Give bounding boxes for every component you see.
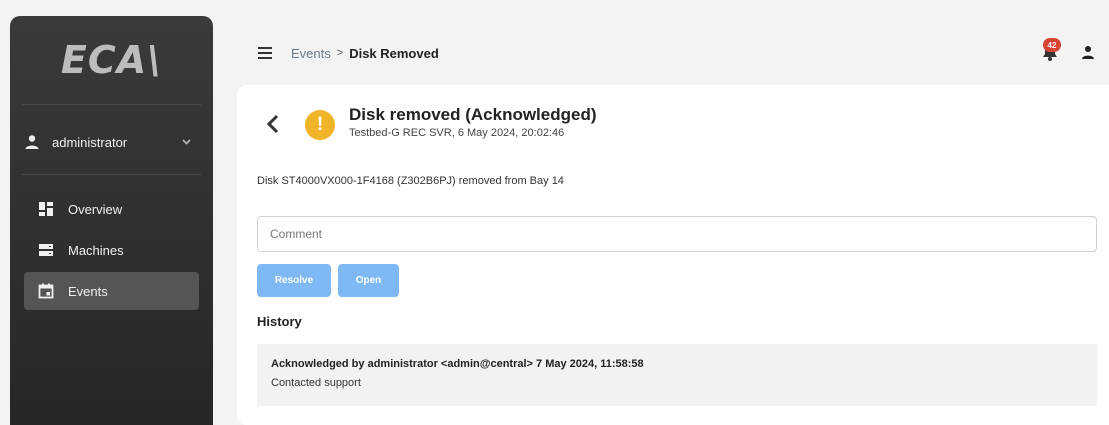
- breadcrumb-separator: >: [336, 47, 344, 59]
- warning-icon: !: [305, 110, 335, 140]
- resolve-button[interactable]: Resolve: [257, 264, 331, 297]
- calendar-icon: [38, 283, 54, 299]
- user-name: administrator: [52, 134, 128, 150]
- divider: [22, 174, 201, 175]
- top-bar: Events > Disk Removed 42: [243, 38, 1109, 68]
- notification-count-badge: 42: [1043, 38, 1061, 52]
- history-entry-header: Acknowledged by administrator <admin@cen…: [271, 358, 644, 370]
- server-icon: [38, 242, 54, 258]
- divider: [22, 104, 201, 105]
- history-entry: Acknowledged by administrator <admin@cen…: [257, 344, 1097, 406]
- breadcrumb: Events > Disk Removed: [291, 46, 439, 61]
- sidebar-item-label: Events: [68, 283, 108, 299]
- event-description: Disk ST4000VX000-1F4168 (Z302B6PJ) remov…: [257, 175, 564, 187]
- event-subtitle: Testbed-G REC SVR, 6 May 2024, 20:02:46: [349, 127, 565, 139]
- event-detail-card: ! Disk removed (Acknowledged) Testbed-G …: [237, 85, 1109, 425]
- dashboard-icon: [38, 201, 54, 217]
- sidebar-item-machines[interactable]: Machines: [24, 231, 199, 269]
- breadcrumb-events-link[interactable]: Events: [291, 46, 331, 61]
- history-heading: History: [257, 314, 302, 329]
- sidebar-item-label: Overview: [68, 201, 123, 217]
- open-button[interactable]: Open: [338, 264, 399, 297]
- breadcrumb-current: Disk Removed: [349, 45, 439, 61]
- event-title: Disk removed (Acknowledged): [349, 105, 597, 124]
- sidebar-item-events[interactable]: Events: [24, 272, 199, 310]
- sidebar-item-overview[interactable]: Overview: [24, 190, 199, 228]
- user-icon: [24, 134, 40, 150]
- app-logo: ECA\: [60, 38, 163, 82]
- sidebar-item-label: Machines: [68, 242, 124, 258]
- back-arrow-icon[interactable]: [265, 112, 281, 136]
- comment-input[interactable]: [257, 216, 1097, 252]
- menu-icon[interactable]: [258, 47, 272, 59]
- chevron-down-icon: [182, 136, 191, 148]
- sidebar: ECA\ administrator Overview Machines Eve…: [10, 16, 213, 425]
- user-menu[interactable]: administrator: [24, 122, 199, 162]
- history-entry-comment: Contacted support: [271, 377, 361, 389]
- account-icon[interactable]: [1081, 44, 1095, 60]
